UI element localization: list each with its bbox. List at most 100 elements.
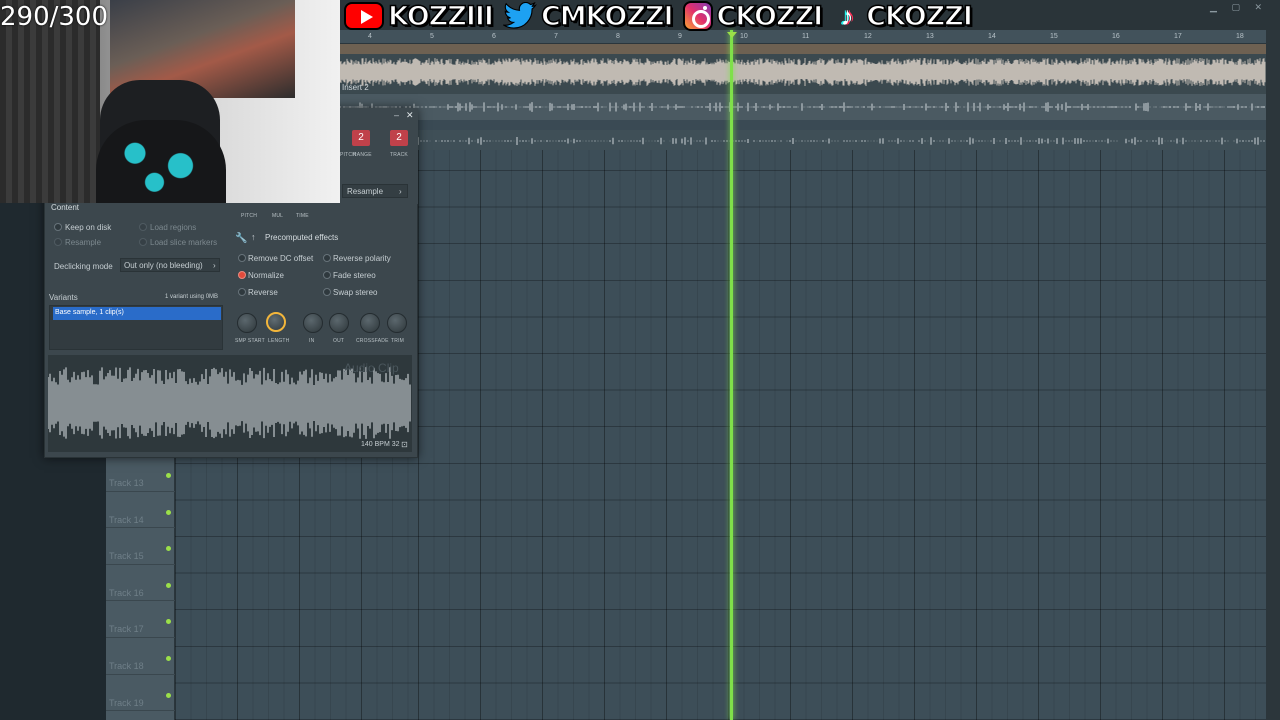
crossfade-knob[interactable] bbox=[360, 313, 380, 333]
track-header[interactable]: Track 17 bbox=[106, 601, 175, 638]
playlist-grid[interactable] bbox=[418, 150, 1268, 720]
instagram-icon bbox=[682, 1, 713, 31]
normalize-radio[interactable] bbox=[238, 271, 246, 279]
window-controls[interactable]: ▁ ▢ ✕ bbox=[1210, 2, 1268, 13]
clip-waveform-preview[interactable]: Audio Clip 140 BPM 32 ⊡ bbox=[48, 355, 412, 452]
ruler-tick-12: 12 bbox=[864, 33, 872, 40]
track-led-icon[interactable] bbox=[166, 473, 171, 478]
playlist-grid-left[interactable] bbox=[175, 455, 418, 720]
track-label: Track 13 bbox=[109, 478, 144, 488]
track-led-icon[interactable] bbox=[166, 619, 171, 625]
remove-dc-label: Remove DC offset bbox=[248, 254, 314, 263]
load-slice-markers-label: Load slice markers bbox=[150, 238, 218, 247]
track-header[interactable]: Track 16 bbox=[106, 565, 175, 602]
declicking-value: Out only (no bleeding) bbox=[124, 261, 203, 270]
resample-option-radio[interactable] bbox=[54, 238, 62, 246]
length-label: LENGTH bbox=[268, 338, 290, 344]
small-label-pitch: PITCH bbox=[241, 213, 257, 219]
smp-start-knob[interactable] bbox=[237, 313, 257, 333]
track-label: Track 17 bbox=[109, 624, 144, 635]
out-knob[interactable] bbox=[329, 313, 349, 333]
twitter-icon bbox=[502, 2, 537, 30]
ruler-tick-16: 16 bbox=[1112, 33, 1120, 40]
timeline-ruler[interactable]: 4 5 6 7 8 9 10 11 12 13 14 15 16 17 18 bbox=[340, 30, 1268, 44]
track-led-icon[interactable] bbox=[166, 509, 171, 515]
waveform-track-3 bbox=[417, 137, 1268, 145]
audio-clip-track-2[interactable] bbox=[339, 94, 1266, 120]
load-regions-label: Load regions bbox=[150, 223, 197, 232]
audio-clip-track-1[interactable] bbox=[340, 44, 1266, 94]
vertical-scrollbar[interactable] bbox=[1266, 30, 1280, 720]
arrow-up-icon[interactable]: ↑ bbox=[251, 232, 256, 242]
variants-info: 1 variant using 0MB bbox=[165, 294, 219, 300]
chevron-right-icon: › bbox=[399, 187, 402, 196]
pitch-range-value[interactable]: 2 bbox=[352, 130, 370, 146]
resample-button[interactable]: Resample › bbox=[342, 184, 408, 198]
track-label: Track 15 bbox=[109, 551, 144, 562]
social-banner: KOZZIII CMKOZZI CKOZZI ♪ CKOZZI bbox=[344, 0, 978, 32]
track-label: TRACK bbox=[390, 152, 408, 158]
track-label: Track 16 bbox=[109, 587, 144, 598]
load-regions-radio[interactable] bbox=[139, 223, 147, 231]
track-header[interactable]: Track 19 bbox=[106, 675, 175, 712]
resample-option-label: Resample bbox=[65, 238, 102, 247]
wrench-icon[interactable]: 🔧 bbox=[235, 233, 247, 244]
keep-on-disk-label: Keep on disk bbox=[65, 223, 112, 232]
track-header[interactable]: Track 13 bbox=[106, 455, 175, 492]
track-headers: Track 13 Track 14 Track 15 Track 16 Track 17… bbox=[106, 455, 175, 720]
in-knob[interactable] bbox=[303, 313, 323, 333]
youtube-icon bbox=[344, 2, 384, 30]
remove-dc-radio[interactable] bbox=[238, 254, 246, 262]
minimize-icon[interactable]: – bbox=[394, 110, 399, 120]
tiktok-icon: ♪ bbox=[840, 0, 854, 31]
length-knob[interactable] bbox=[266, 312, 286, 332]
insert-label: Insert 2 bbox=[342, 83, 369, 92]
waveform-track-1 bbox=[340, 44, 1266, 86]
ruler-tick-10: 10 bbox=[740, 33, 748, 40]
playhead-line[interactable] bbox=[730, 30, 733, 720]
fade-stereo-radio[interactable] bbox=[323, 271, 331, 279]
small-label-time: TIME bbox=[296, 213, 309, 219]
chevron-right-icon: › bbox=[213, 261, 216, 270]
sub-counter: 290/300 bbox=[0, 2, 109, 32]
track-header[interactable]: Track 15 bbox=[106, 528, 175, 565]
browser-panel bbox=[0, 455, 106, 720]
track-header[interactable]: Track 18 bbox=[106, 638, 175, 675]
resample-button-label: Resample bbox=[347, 187, 384, 196]
keep-on-disk-radio[interactable] bbox=[54, 223, 62, 231]
track-header[interactable]: Track 14 bbox=[106, 492, 175, 529]
track-value[interactable]: 2 bbox=[390, 130, 408, 146]
smp-start-label: SMP START bbox=[235, 338, 265, 344]
playhead-marker-icon[interactable] bbox=[727, 32, 737, 38]
reverse-polarity-label: Reverse polarity bbox=[333, 254, 391, 263]
reverse-polarity-radio[interactable] bbox=[323, 254, 331, 262]
content-title: Content bbox=[51, 203, 80, 212]
range-label: RANGE bbox=[353, 152, 372, 158]
loop-icon[interactable]: ⊡ bbox=[401, 440, 408, 449]
trim-knob[interactable] bbox=[387, 313, 407, 333]
swap-stereo-radio[interactable] bbox=[323, 288, 331, 296]
ruler-tick-11: 11 bbox=[802, 33, 810, 40]
load-slice-markers-radio[interactable] bbox=[139, 238, 147, 246]
track-led-icon[interactable] bbox=[166, 582, 171, 588]
track-led-icon[interactable] bbox=[166, 692, 171, 698]
close-icon[interactable]: ✕ bbox=[406, 110, 414, 121]
track-label: Track 14 bbox=[109, 514, 144, 525]
crossfade-label: CROSSFADE bbox=[356, 338, 389, 344]
webcam-person bbox=[96, 120, 226, 203]
track-led-icon[interactable] bbox=[166, 656, 171, 661]
fade-stereo-label: Fade stereo bbox=[333, 271, 376, 280]
track-label: Track 18 bbox=[109, 661, 144, 671]
ruler-tick-15: 15 bbox=[1050, 33, 1058, 40]
declicking-dropdown[interactable]: Out only (no bleeding) › bbox=[120, 258, 220, 272]
audio-clip-track-3[interactable] bbox=[417, 130, 1268, 152]
twitter-item: CMKOZZI bbox=[502, 0, 674, 32]
variant-item[interactable]: Base sample, 1 clip(s) bbox=[53, 307, 221, 320]
waveform-track-2 bbox=[339, 102, 1265, 112]
track-label: Track 19 bbox=[109, 697, 144, 708]
track-led-icon[interactable] bbox=[166, 546, 171, 552]
ruler-tick-9: 9 bbox=[678, 33, 682, 40]
small-label-mul: MUL bbox=[272, 213, 284, 219]
trim-label: TRIM bbox=[391, 338, 405, 344]
reverse-radio[interactable] bbox=[238, 288, 246, 296]
